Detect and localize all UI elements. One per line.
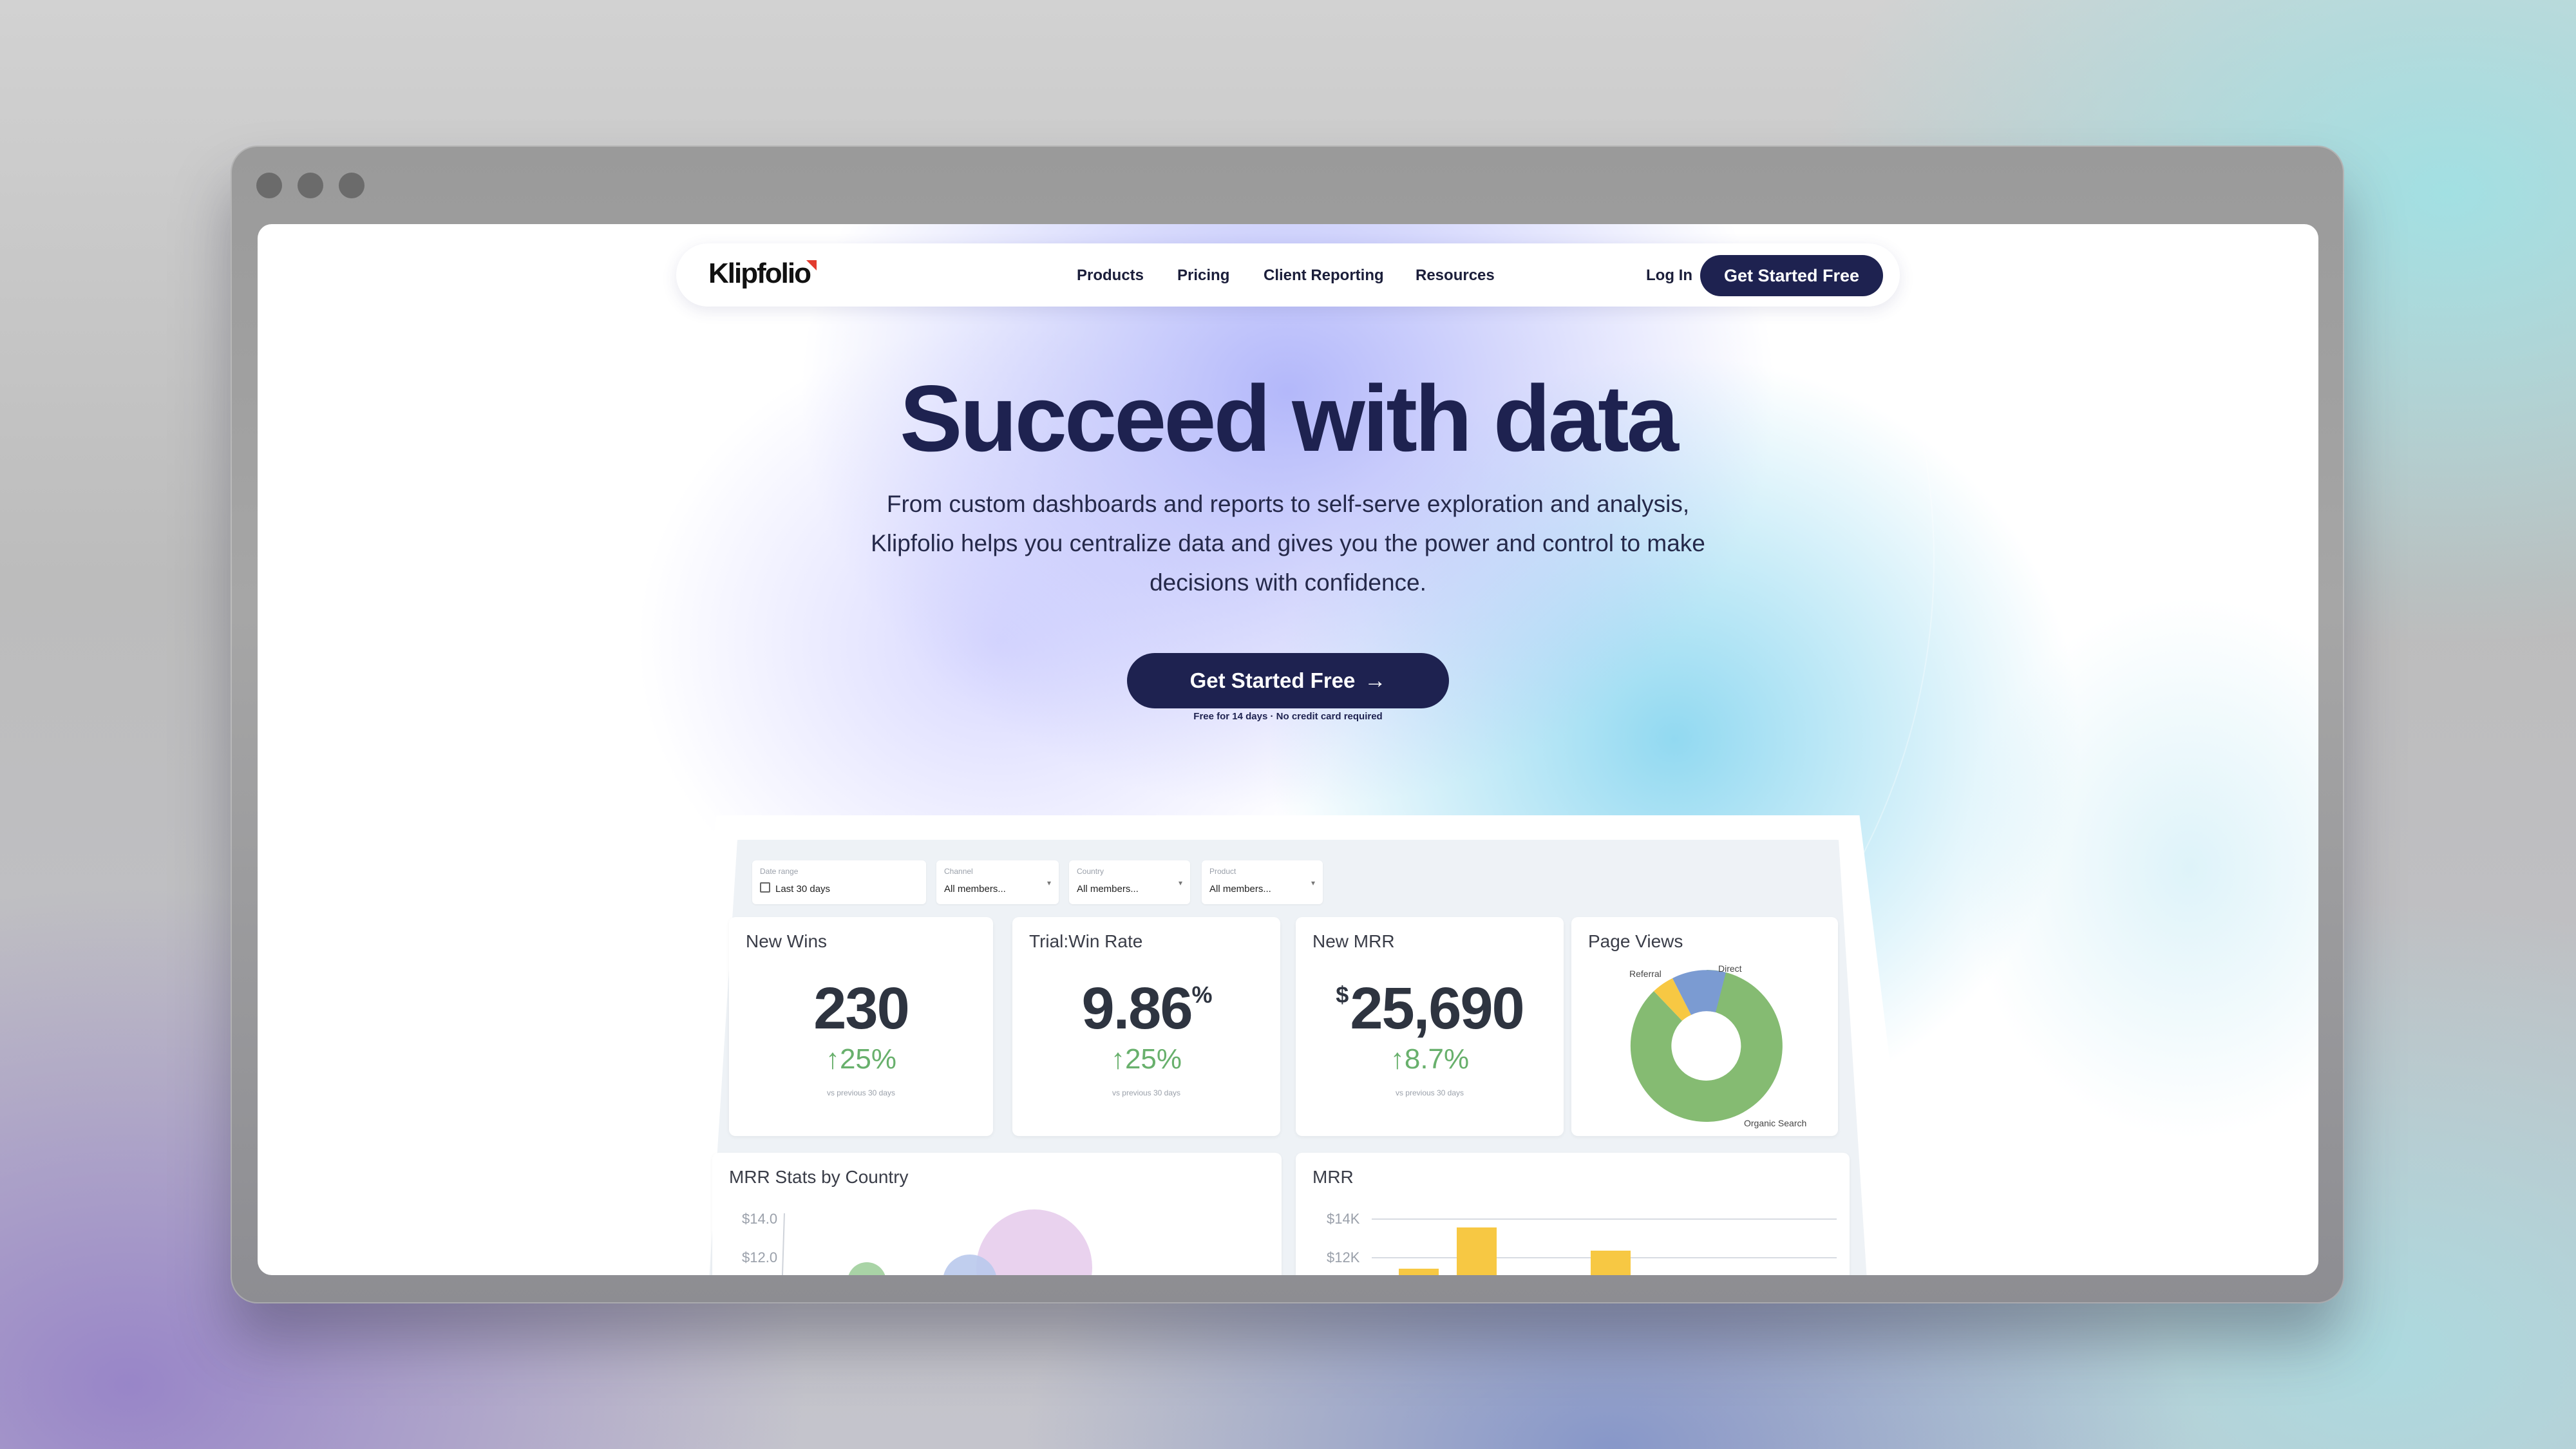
page-views-donut-chart xyxy=(1630,970,1783,1122)
bubble-chart xyxy=(781,1209,1092,1275)
legend-organic-search: Organic Search xyxy=(1744,1118,1807,1128)
filter-value: All members... xyxy=(944,884,1006,895)
arrow-right-icon: → xyxy=(1364,668,1387,693)
page-views-card[interactable]: Page Views Referral Direct Organic Searc… xyxy=(1571,917,1838,1136)
filter-date-range[interactable]: Date range Last 30 days xyxy=(752,860,926,904)
brand-logo[interactable]: Klipfolio xyxy=(708,258,811,290)
card-title: Trial:Win Rate xyxy=(1029,931,1143,951)
filter-product[interactable]: Product All members... ▾ xyxy=(1202,860,1323,904)
nav-link-client-reporting[interactable]: Client Reporting xyxy=(1264,267,1384,285)
chevron-down-icon: ▾ xyxy=(1178,878,1182,887)
kpi-suffix: % xyxy=(1191,981,1213,1008)
calendar-icon xyxy=(760,882,770,893)
legend-referral: Referral xyxy=(1629,969,1662,979)
filter-label: Date range xyxy=(760,867,799,876)
nav-link-pricing[interactable]: Pricing xyxy=(1177,267,1229,285)
brand-logo-mark xyxy=(806,260,817,270)
filter-value: All members... xyxy=(1077,884,1139,895)
hero-subtitle-line: decisions with confidence. xyxy=(1150,569,1426,596)
kpi-card-trial-win-rate[interactable]: Trial:Win Rate 9.86% ↑25% vs previous 30… xyxy=(1012,917,1280,1136)
filter-value: All members... xyxy=(1209,884,1271,895)
filter-label: Channel xyxy=(944,867,973,876)
hero-subtitle-line: From custom dashboards and reports to se… xyxy=(886,491,1690,517)
hero-title: Succeed with data xyxy=(900,366,1679,471)
login-link[interactable]: Log In xyxy=(1646,267,1692,285)
trial-note: Free for 14 days · No credit card requir… xyxy=(1193,711,1383,722)
filter-label: Product xyxy=(1209,867,1236,876)
kpi-value: $25,690 xyxy=(1296,975,1564,1043)
bar xyxy=(1399,1269,1439,1275)
chevron-down-icon: ▾ xyxy=(1046,878,1051,887)
filter-value: Last 30 days xyxy=(775,884,831,895)
kpi-comparison-note: vs previous 30 days xyxy=(826,1088,896,1097)
kpi-prefix: $ xyxy=(1336,981,1349,1008)
mrr-card[interactable]: MRR $14K $12K xyxy=(1296,1153,1850,1275)
bubble-point xyxy=(848,1262,886,1275)
kpi-comparison-note: vs previous 30 days xyxy=(1395,1088,1464,1097)
legend-direct: Direct xyxy=(1718,963,1742,974)
kpi-delta: ↑25% xyxy=(1110,1043,1182,1075)
kpi-card-new-wins[interactable]: New Wins 230 ↑25% vs previous 30 days xyxy=(729,917,993,1136)
kpi-comparison-note: vs previous 30 days xyxy=(1112,1088,1181,1097)
hero-subtitle: From custom dashboards and reports to se… xyxy=(805,484,1771,602)
bar xyxy=(1457,1227,1497,1275)
filter-label: Country xyxy=(1077,867,1104,876)
nav-link-products[interactable]: Products xyxy=(1077,267,1144,285)
card-title: New MRR xyxy=(1312,931,1395,951)
hero-cta-label: Get Started Free xyxy=(1189,668,1356,692)
filter-channel[interactable]: Channel All members... ▾ xyxy=(936,860,1059,904)
filter-country[interactable]: Country All members... ▾ xyxy=(1069,860,1190,904)
nav-get-started-button[interactable]: Get Started Free xyxy=(1700,255,1883,296)
kpi-value: 230 xyxy=(813,976,910,1041)
window-maximize-dot[interactable] xyxy=(339,173,365,198)
kpi-value: 9.86% xyxy=(1012,975,1280,1043)
top-navigation: Klipfolio Products Pricing Client Report… xyxy=(676,243,1900,307)
web-page: Klipfolio Products Pricing Client Report… xyxy=(258,224,2318,1275)
window-minimize-dot[interactable] xyxy=(298,173,323,198)
mrr-bar-chart xyxy=(1372,1218,1837,1275)
kpi-delta: ↑25% xyxy=(825,1043,897,1075)
hero-subtitle-line: Klipfolio helps you centralize data and … xyxy=(871,530,1705,556)
hero-get-started-button[interactable]: Get Started Free → xyxy=(1127,653,1449,708)
kpi-number: 9.86 xyxy=(1081,976,1193,1041)
nav-link-resources[interactable]: Resources xyxy=(1416,267,1495,285)
kpi-delta: ↑8.7% xyxy=(1390,1043,1470,1075)
bubble-point xyxy=(976,1209,1092,1275)
kpi-card-new-mrr[interactable]: New MRR $25,690 ↑8.7% vs previous 30 day… xyxy=(1296,917,1564,1136)
bar xyxy=(1591,1251,1631,1275)
card-title: New Wins xyxy=(746,931,828,951)
mrr-stats-by-country-card[interactable]: MRR Stats by Country $14.0 $12.0 xyxy=(712,1153,1282,1275)
window-close-dot[interactable] xyxy=(256,173,282,198)
chevron-down-icon: ▾ xyxy=(1311,878,1315,887)
kpi-number: 25,690 xyxy=(1350,976,1524,1041)
